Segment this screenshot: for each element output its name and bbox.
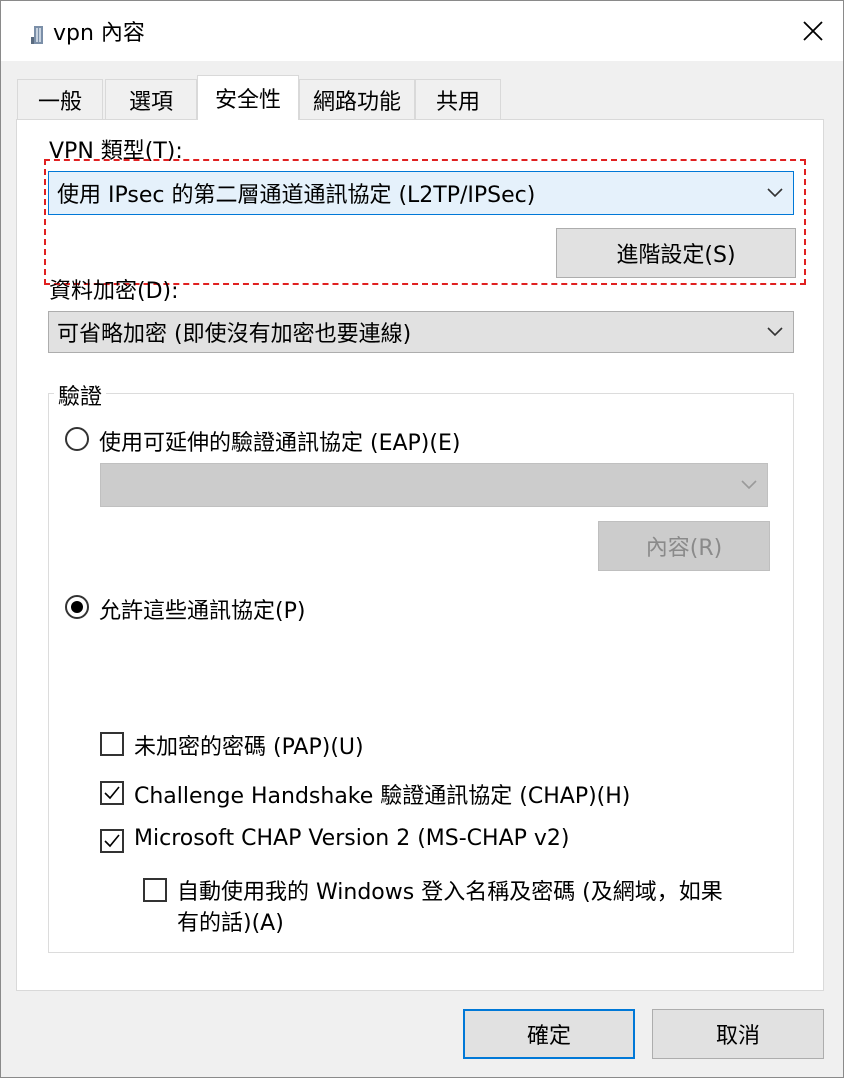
- vpn-type-select[interactable]: 使用 IPsec 的第二層通道通訊協定 (L2TP/IPSec): [48, 171, 794, 215]
- auto-windows-logon-label-line1: 自動使用我的 Windows 登入名稱及密碼 (及網域，如果: [177, 880, 723, 905]
- auto-windows-logon-checkbox[interactable]: [143, 878, 167, 902]
- tab-sharing[interactable]: 共用: [415, 79, 501, 119]
- data-encryption-value: 可省略加密 (即使沒有加密也要連線): [57, 322, 412, 347]
- eap-radio-label: 使用可延伸的驗證通訊協定 (EAP)(E): [99, 431, 461, 456]
- tab-label: 共用: [435, 89, 480, 115]
- vpn-type-label: VPN 類型(T):: [49, 139, 183, 164]
- data-encryption-label: 資料加密(D):: [49, 279, 179, 304]
- tab-label: 安全性: [214, 88, 281, 113]
- allow-protocols-radio[interactable]: [65, 595, 89, 619]
- data-encryption-select[interactable]: 可省略加密 (即使沒有加密也要連線): [48, 311, 794, 353]
- checkmark-icon: [104, 786, 120, 800]
- authentication-group-title: 驗證: [54, 379, 107, 411]
- tab-label: 一般: [37, 89, 82, 115]
- properties-dialog: vpn 內容 一般 選項 安全性 網路功能 共用 VPN 類型(T): 使用 I…: [0, 0, 844, 1078]
- chap-label: Challenge Handshake 驗證通訊協定 (CHAP)(H): [134, 784, 631, 809]
- network-connection-icon: [31, 26, 43, 44]
- title-bar: vpn 內容: [1, 1, 843, 61]
- allow-protocols-label: 允許這些通訊協定(P): [99, 599, 306, 624]
- tab-label: 網路功能: [312, 89, 401, 115]
- eap-method-select: [100, 463, 768, 507]
- auto-windows-logon-label-line2: 有的話)(A): [177, 911, 284, 936]
- eap-radio[interactable]: [65, 427, 89, 451]
- pap-label: 未加密的密碼 (PAP)(U): [134, 735, 364, 760]
- chevron-down-icon: [767, 188, 783, 198]
- chevron-down-icon: [741, 480, 757, 490]
- advanced-settings-button[interactable]: 進階設定(S): [556, 228, 796, 278]
- tab-security[interactable]: 安全性: [197, 75, 299, 120]
- chap-checkbox[interactable]: [100, 781, 124, 805]
- radio-selected-dot: [71, 601, 83, 613]
- cancel-button[interactable]: 取消: [652, 1009, 824, 1059]
- checkmark-icon: [104, 834, 120, 848]
- ok-button[interactable]: 確定: [463, 1009, 635, 1059]
- tab-label: 選項: [128, 89, 173, 115]
- tab-options[interactable]: 選項: [105, 79, 197, 119]
- chevron-down-icon: [767, 327, 783, 337]
- eap-properties-button: 內容(R): [598, 521, 770, 571]
- window-title: vpn 內容: [53, 21, 145, 46]
- pap-checkbox[interactable]: [100, 732, 124, 756]
- mschapv2-checkbox[interactable]: [100, 829, 124, 853]
- close-button[interactable]: [783, 1, 843, 61]
- close-icon: [803, 21, 823, 41]
- mschapv2-label: Microsoft CHAP Version 2 (MS-CHAP v2): [134, 826, 570, 851]
- vpn-type-value: 使用 IPsec 的第二層通道通訊協定 (L2TP/IPSec): [57, 183, 536, 208]
- tab-general[interactable]: 一般: [17, 79, 103, 119]
- tab-networking[interactable]: 網路功能: [299, 79, 415, 119]
